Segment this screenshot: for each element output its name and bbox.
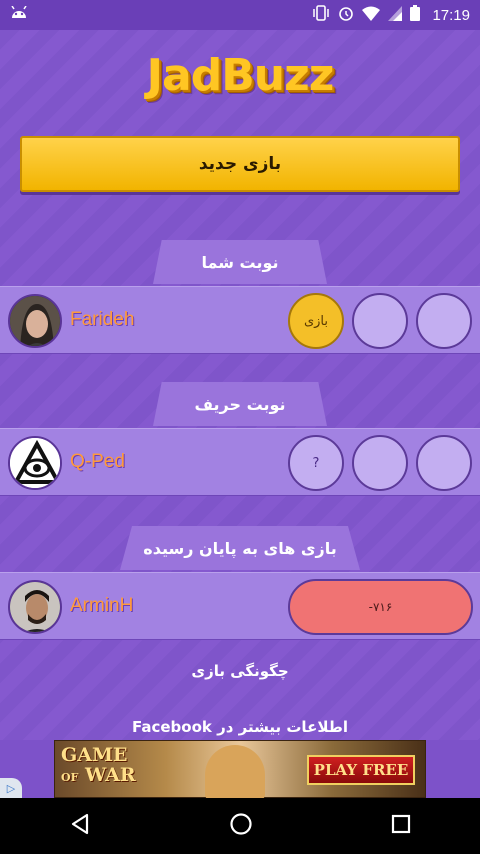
avatar: [8, 580, 62, 634]
game-row-your-turn[interactable]: Farideh بازی: [0, 286, 480, 354]
round-circle-active[interactable]: بازی: [288, 293, 344, 349]
ad-title-line1: GAME: [61, 744, 128, 766]
back-icon[interactable]: [69, 813, 91, 839]
recents-icon[interactable]: [391, 814, 411, 838]
facebook-link[interactable]: اطلاعات بیشتر در Facebook: [0, 718, 480, 736]
ad-figure-image: [205, 745, 265, 799]
section-opponent-turn: نوبت حریف: [153, 382, 327, 426]
round-circle-pending[interactable]: ?: [288, 435, 344, 491]
ad-banner[interactable]: GAME OF WAR PLAY FREE: [54, 740, 426, 799]
navigation-bar: [0, 798, 480, 854]
clock: 17:19: [432, 6, 470, 24]
android-icon: [10, 5, 28, 24]
player-name: Q-Ped: [70, 451, 125, 472]
final-score[interactable]: -۷۱۶: [288, 579, 473, 635]
avatar: [8, 294, 62, 348]
player-name: Farideh: [70, 309, 135, 330]
signal-icon: [388, 5, 403, 25]
ad-choices-icon[interactable]: ▷: [0, 778, 22, 798]
round-circle: [416, 293, 472, 349]
home-icon[interactable]: [229, 812, 253, 840]
vibrate-icon: [312, 5, 330, 25]
round-circle: [416, 435, 472, 491]
ad-title-of: OF: [61, 771, 79, 784]
battery-icon: [410, 5, 421, 25]
how-to-play-link[interactable]: چگونگی بازی: [0, 662, 480, 680]
ad-title: GAME OF WAR: [61, 745, 136, 788]
section-finished: بازی های به پایان رسیده: [120, 526, 360, 570]
ad-area: ▷ GAME OF WAR PLAY FREE: [0, 740, 480, 799]
ad-play-free-button[interactable]: PLAY FREE: [307, 755, 415, 785]
game-row-opponent-turn[interactable]: Q-Ped ?: [0, 428, 480, 496]
alarm-icon: [338, 5, 354, 25]
player-name: ArminH: [70, 595, 134, 616]
status-bar: 17:19: [0, 0, 480, 30]
new-game-button[interactable]: بازی جدید: [20, 136, 460, 192]
wifi-icon: [362, 6, 381, 25]
round-circle: [352, 435, 408, 491]
game-row-finished[interactable]: ArminH -۷۱۶: [0, 572, 480, 640]
avatar: [8, 436, 62, 490]
ad-title-line2: WAR: [85, 764, 136, 786]
app-content: JadBuzz بازی جدید نوبت شما Farideh بازی …: [0, 30, 480, 740]
round-circle: [352, 293, 408, 349]
section-your-turn: نوبت شما: [153, 240, 327, 284]
app-logo: JadBuzz: [146, 50, 335, 101]
